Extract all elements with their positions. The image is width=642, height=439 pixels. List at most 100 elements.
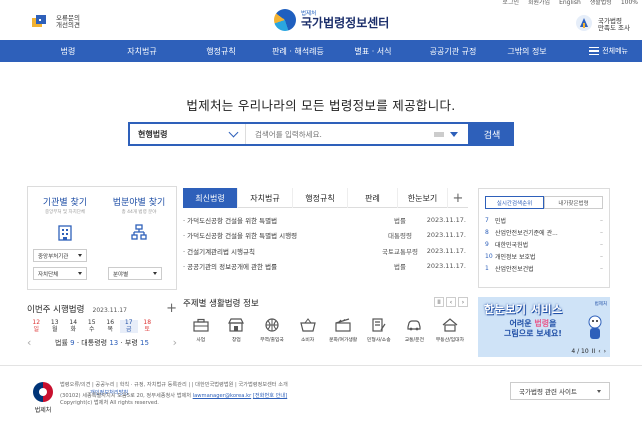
- tab-my-laws[interactable]: 내가찾은법령: [544, 196, 603, 209]
- topic-real-estate[interactable]: 부동산/임대차: [432, 318, 468, 343]
- day-weekday: 목: [107, 325, 114, 333]
- tab-admin-rule[interactable]: 행정규칙: [293, 188, 348, 208]
- pause-button[interactable]: II: [434, 297, 444, 307]
- nav-item-public-institution[interactable]: 공공기관 규정: [418, 46, 488, 57]
- calendar-day[interactable]: 14 화: [64, 319, 83, 333]
- field-select[interactable]: 분야별: [108, 267, 162, 280]
- calendar-day-selected[interactable]: 17 금: [119, 319, 138, 333]
- calendar-day[interactable]: 15 수: [83, 319, 102, 333]
- more-weekly-button[interactable]: +: [166, 302, 177, 315]
- banner-seal: 법제처: [594, 302, 607, 307]
- list-item[interactable]: 8 산업안전보건기준에 관... –: [485, 227, 603, 239]
- rank-change: –: [600, 240, 603, 248]
- calendar-day[interactable]: 18 토: [138, 319, 157, 333]
- nav-item-admin-rule[interactable]: 행정규칙: [196, 46, 246, 57]
- all-menu-button[interactable]: 전체메뉴: [589, 40, 628, 62]
- prev-button[interactable]: ‹: [446, 297, 456, 307]
- topic-trade[interactable]: 무역/출입국: [254, 318, 290, 343]
- day-weekday: 화: [70, 325, 77, 333]
- topic-business[interactable]: 사업: [183, 318, 219, 343]
- nav-item-other-info[interactable]: 그밖의 정보: [497, 46, 557, 57]
- rank-change: –: [600, 264, 603, 272]
- list-item[interactable]: · 공공기관의 정보공개에 관한 법률 법률 2023.11.17.: [183, 259, 468, 275]
- life-law-title: 주제별 생활법령 정보: [183, 299, 259, 309]
- min-count: 15: [140, 339, 149, 347]
- topic-culture[interactable]: 문화/여가생활: [325, 318, 361, 343]
- list-item[interactable]: · 건설기계관리법 시행규칙 국토교통부령 2023.11.17.: [183, 243, 468, 259]
- nav-item-ordinance[interactable]: 자치법규: [117, 46, 167, 57]
- local-gov-value: 자치단체: [38, 271, 59, 278]
- latest-tabs: 최신법령 자치법규 행정규칙 판례 한눈보기 +: [183, 188, 468, 208]
- topic-label: 부동산/임대차: [435, 338, 464, 343]
- ranking-list: 7 민법 – 8 산업안전보건기준에 관... – 9 대한민국헌법 – 10 개인정보 보호…: [485, 215, 603, 274]
- topic-label: 문화/여가생활: [329, 338, 358, 343]
- tab-ordinance[interactable]: 자치법규: [238, 188, 293, 208]
- nav-item-precedent[interactable]: 판례 · 해석례등: [263, 46, 333, 57]
- prev-arrow-icon[interactable]: ‹: [27, 337, 31, 348]
- next-icon[interactable]: ›: [604, 348, 606, 355]
- local-gov-select[interactable]: 자치단체: [33, 267, 87, 280]
- keyboard-icon[interactable]: [434, 131, 444, 137]
- tab-precedent[interactable]: 판례: [348, 188, 398, 208]
- survey-icon: [575, 14, 593, 36]
- error-report-link[interactable]: 오류문의 개선의견: [30, 14, 80, 30]
- search-scope-select[interactable]: 현행법령: [130, 124, 246, 144]
- promo-banner[interactable]: 한눈보기 서비스 법제처 어려운 법령을 그림으로 보세요! 4 / 10 II…: [478, 297, 610, 357]
- list-item[interactable]: 7 민법 –: [485, 215, 603, 227]
- dropdown-arrow-icon[interactable]: [450, 131, 458, 137]
- building-icon: [57, 223, 73, 241]
- footer-links-b[interactable]: | 대한민국법령법원 | 국가법령정보센터 소개: [192, 382, 288, 388]
- calendar-day[interactable]: 12 일: [27, 319, 46, 333]
- list-item[interactable]: · 가덕도신공항 건설을 위한 특별법 법률 2023.11.17.: [183, 212, 468, 228]
- mascot-icon: [588, 315, 602, 339]
- topic-consumer[interactable]: 소비자: [290, 318, 326, 343]
- rank-label: 산업안전보건법: [495, 265, 534, 273]
- copyright: Copyright(c) 법제처 All rights reserved.: [60, 400, 159, 406]
- calendar-day[interactable]: 16 목: [101, 319, 120, 333]
- nav-item-appendix-form[interactable]: 별표 · 서식: [343, 46, 403, 57]
- list-item[interactable]: 10 개인정보 보호법 –: [485, 250, 603, 262]
- footer-links-a[interactable]: 법령오류/의견 | 공공누리 | 학칙 · 규정, 자치법규 등록관리 |: [60, 382, 192, 388]
- header-right-line2: 만족도 조사: [598, 24, 630, 32]
- rank-number: 1: [485, 264, 489, 272]
- search-input[interactable]: [246, 129, 434, 139]
- calendar-day[interactable]: 13 월: [46, 319, 65, 333]
- related-sites-select[interactable]: 국가법령 관련 사이트: [510, 382, 610, 400]
- rank-change: –: [600, 217, 603, 225]
- topic-startup[interactable]: 창업: [219, 318, 255, 343]
- pause-icon[interactable]: II: [592, 348, 596, 355]
- field-select-value: 분야별: [113, 271, 129, 278]
- email-link[interactable]: lawmanager@korea.kr: [193, 393, 252, 399]
- next-button[interactable]: ›: [458, 297, 468, 307]
- institution-finder-sub: 중앙부처 및 자치단체: [44, 210, 86, 215]
- search-button[interactable]: 검색: [470, 122, 514, 146]
- central-agency-select[interactable]: 중앙부처기관: [33, 249, 87, 262]
- banner-title: 한눈보기 서비스: [484, 303, 563, 316]
- topic-traffic[interactable]: 교통/운전: [397, 318, 433, 343]
- more-latest-button[interactable]: +: [448, 188, 468, 208]
- next-arrow-icon[interactable]: ›: [173, 337, 177, 348]
- law-kind: 국토교통부령: [382, 247, 418, 256]
- list-item[interactable]: 1 산업안전보건법 –: [485, 262, 603, 274]
- survey-link[interactable]: 국가법령 만족도 조사: [575, 14, 630, 36]
- day-weekday: 수: [88, 325, 95, 333]
- finder-panel: 기관별 찾기 중앙부처 및 자치단체 법분야별 찾기 총 44개 법령 분야 중…: [27, 186, 177, 290]
- site-logo[interactable]: 법제처 국가법령정보센터: [274, 9, 389, 31]
- topic-litigation[interactable]: 민형사/소송: [361, 318, 397, 343]
- field-finder-sub: 총 44개 법령 분야: [121, 210, 157, 215]
- briefcase-icon: [193, 318, 209, 332]
- nav-item-law[interactable]: 법령: [48, 46, 88, 57]
- prev-icon[interactable]: ‹: [598, 348, 600, 355]
- tab-latest-laws[interactable]: 최신법령: [183, 188, 238, 208]
- law-date: 2023.11.17.: [426, 215, 466, 224]
- search-bar: 현행법령: [128, 122, 470, 146]
- tab-realtime-ranking[interactable]: 실시간검색순위: [485, 196, 544, 209]
- phone-info-link[interactable]: [전화번호 안내]: [253, 393, 287, 399]
- list-item[interactable]: · 가덕도신공항 건설을 위한 특별법 시행령 대통령령 2023.11.17.: [183, 228, 468, 244]
- institution-finder-title: 기관별 찾기: [42, 198, 88, 208]
- hamburger-icon: [589, 47, 600, 55]
- weekly-title: 이번주 시행법령: [27, 305, 85, 315]
- list-item[interactable]: 9 대한민국헌법 –: [485, 239, 603, 251]
- tab-at-a-glance[interactable]: 한눈보기: [398, 188, 448, 208]
- rank-label: 대한민국헌법: [495, 241, 529, 249]
